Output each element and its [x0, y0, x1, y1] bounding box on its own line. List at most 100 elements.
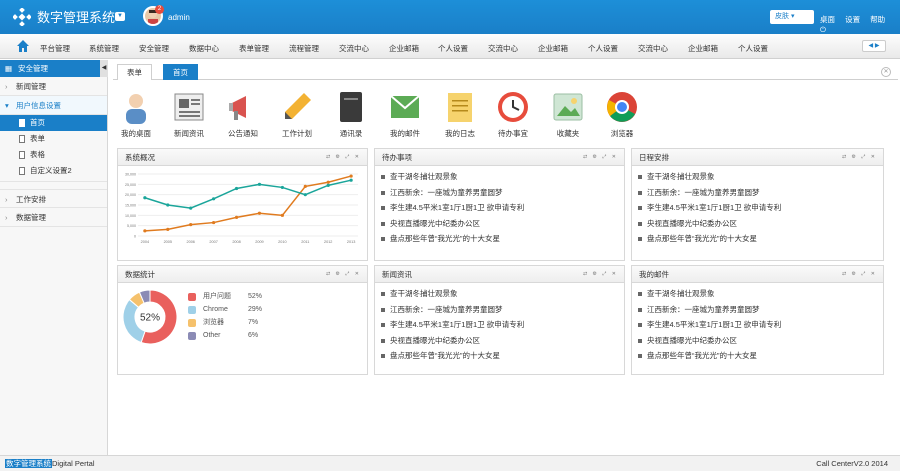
- quick-launch-clock[interactable]: 待办事宜: [488, 90, 538, 139]
- quick-launch-address-book[interactable]: 通讯录: [326, 90, 376, 139]
- quick-launch-mail[interactable]: 我的邮件: [380, 90, 430, 139]
- panel-controls-icon[interactable]: ⇄ ⚙ ⤢ ✕: [583, 149, 618, 166]
- nav-item[interactable]: 数据中心: [189, 43, 219, 54]
- data-point[interactable]: [280, 213, 284, 217]
- sidebar-item-work[interactable]: › 工作安排: [0, 189, 107, 208]
- list-item[interactable]: 查干湖冬捕壮观景象: [632, 169, 883, 185]
- data-point[interactable]: [143, 229, 147, 233]
- data-point[interactable]: [234, 186, 239, 191]
- list-item[interactable]: 李生建4.5平米1室1厅1厨1卫 欲申请专利: [632, 200, 883, 216]
- data-point[interactable]: [326, 180, 330, 184]
- panel-controls-icon[interactable]: ⇄ ⚙ ⤢ ✕: [842, 266, 877, 283]
- list-item[interactable]: 央视直播曝光中纪委办公区: [375, 333, 624, 349]
- data-point[interactable]: [212, 197, 216, 201]
- list-item[interactable]: 盘点那些年曾“我光光”的十大女星: [375, 348, 624, 364]
- sidebar-collapse-button[interactable]: ◀: [100, 60, 108, 77]
- nav-item[interactable]: 交流中心: [638, 43, 668, 54]
- sidebar-header[interactable]: ▦ 安全管理: [0, 60, 107, 77]
- quick-launch-label: 我的邮件: [390, 129, 420, 138]
- nav-item[interactable]: 平台管理: [40, 43, 70, 54]
- tab-home[interactable]: 首页: [163, 64, 198, 80]
- data-point[interactable]: [257, 182, 262, 186]
- data-point[interactable]: [303, 193, 307, 197]
- file-icon: [19, 167, 25, 175]
- data-point[interactable]: [189, 206, 193, 210]
- list-item[interactable]: 盘点那些年曾“我光光”的十大女星: [375, 231, 624, 247]
- data-point[interactable]: [257, 211, 262, 215]
- sidebar-subitem-form[interactable]: 表单: [0, 131, 107, 147]
- nav-item[interactable]: 个人设置: [438, 43, 468, 54]
- list-item[interactable]: 江西新余：一座城为童养男童圆梦: [632, 185, 883, 201]
- panel-controls-icon[interactable]: ⇄ ⚙ ⤢ ✕: [326, 266, 361, 283]
- sidebar-item-user-settings[interactable]: ▾ 用户信息设置: [0, 96, 107, 115]
- data-point[interactable]: [349, 174, 353, 178]
- notification-badge[interactable]: 2: [155, 5, 164, 14]
- list-item[interactable]: 央视直播曝光中纪委办公区: [375, 216, 624, 232]
- quick-launch-picture[interactable]: 收藏夹: [543, 90, 593, 139]
- help-link[interactable]: 帮助: [870, 15, 885, 24]
- data-point[interactable]: [303, 184, 307, 188]
- list-item[interactable]: 央视直播曝光中纪委办公区: [632, 333, 883, 349]
- nav-item[interactable]: 安全管理: [139, 43, 169, 54]
- list-item[interactable]: 查干湖冬捕壮观景象: [375, 169, 624, 185]
- x-tick-label: 2007: [209, 240, 217, 244]
- quick-launch-newspaper[interactable]: 新闻资讯: [164, 90, 214, 139]
- sidebar-subitem-home[interactable]: 首页: [0, 115, 107, 131]
- title-dropdown-button[interactable]: ▼: [115, 12, 125, 21]
- nav-item[interactable]: 交流中心: [488, 43, 518, 54]
- skin-dropdown[interactable]: 皮肤 ▾: [770, 10, 814, 24]
- close-tabs-icon[interactable]: ✕: [881, 67, 891, 77]
- list-item[interactable]: 李生建4.5平米1室1厅1厨1卫 欲申请专利: [632, 317, 883, 333]
- sidebar-item-data[interactable]: › 数据管理: [0, 208, 107, 227]
- data-point[interactable]: [189, 223, 193, 227]
- megaphone-icon: [226, 90, 260, 124]
- panel-controls-icon[interactable]: ⇄ ⚙ ⤢ ✕: [842, 149, 877, 166]
- nav-item[interactable]: 流程管理: [289, 43, 319, 54]
- nav-item[interactable]: 个人设置: [738, 43, 768, 54]
- list-item[interactable]: 盘点那些年曾“我光光”的十大女星: [632, 348, 883, 364]
- quick-launch-notepad[interactable]: 我的日志: [435, 90, 485, 139]
- sidebar-item-news[interactable]: › 新闻管理: [0, 77, 107, 96]
- quick-launch-label: 待办事宜: [498, 129, 528, 138]
- quick-launch-megaphone[interactable]: 公告通知: [218, 90, 268, 139]
- nav-item[interactable]: 企业邮箱: [688, 43, 718, 54]
- list-item[interactable]: 李生建4.5平米1室1厅1厨1卫 欲申请专利: [375, 200, 624, 216]
- data-point[interactable]: [166, 203, 170, 207]
- data-point[interactable]: [349, 178, 353, 182]
- data-point[interactable]: [326, 183, 330, 187]
- sidebar-subitem-table[interactable]: 表格: [0, 147, 107, 163]
- panel-controls-icon[interactable]: ⇄ ⚙ ⤢ ✕: [326, 149, 361, 166]
- panel-controls-icon[interactable]: ⇄ ⚙ ⤢ ✕: [583, 266, 618, 283]
- list-item[interactable]: 盘点那些年曾“我光光”的十大女星: [632, 231, 883, 247]
- list-item[interactable]: 江西新余：一座城为童养男童圆梦: [632, 302, 883, 318]
- nav-scroll-arrows[interactable]: ◀ ▶: [862, 40, 886, 52]
- nav-item[interactable]: 企业邮箱: [538, 43, 568, 54]
- nav-item[interactable]: 交流中心: [339, 43, 369, 54]
- list-item[interactable]: 江西新余：一座城为童养男童圆梦: [375, 185, 624, 201]
- sidebar-subitem-custom[interactable]: 自定义设置2: [0, 163, 107, 182]
- quick-launch-pencil[interactable]: 工作计划: [272, 90, 322, 139]
- nav-item[interactable]: 表单管理: [239, 43, 269, 54]
- nav-item[interactable]: 企业邮箱: [389, 43, 419, 54]
- nav-item[interactable]: 系统管理: [89, 43, 119, 54]
- data-point[interactable]: [143, 196, 147, 200]
- data-point[interactable]: [166, 227, 170, 231]
- nav-item[interactable]: 个人设置: [588, 43, 618, 54]
- data-point[interactable]: [234, 215, 239, 219]
- logout-icon[interactable]: ⏻: [820, 25, 826, 34]
- data-point[interactable]: [212, 220, 216, 225]
- list-item[interactable]: 李生建4.5平米1室1厅1厨1卫 欲申请专利: [375, 317, 624, 333]
- username[interactable]: admin: [168, 13, 190, 22]
- desktop-link[interactable]: 桌面: [820, 15, 835, 24]
- tab-form[interactable]: 表单: [117, 64, 152, 80]
- data-point[interactable]: [280, 185, 284, 190]
- list-item[interactable]: 江西新余：一座城为童养男童圆梦: [375, 302, 624, 318]
- list-item[interactable]: 查干湖冬捕壮观景象: [632, 286, 883, 302]
- quick-launch-browser[interactable]: 浏览器: [597, 90, 647, 139]
- settings-link[interactable]: 设置: [845, 15, 860, 24]
- panel-title: 系统概况: [125, 153, 155, 162]
- list-item[interactable]: 查干湖冬捕壮观景象: [375, 286, 624, 302]
- list-item[interactable]: 央视直播曝光中纪委办公区: [632, 216, 883, 232]
- home-icon[interactable]: [16, 39, 30, 53]
- quick-launch-desktop-person[interactable]: 我的桌面: [111, 90, 161, 139]
